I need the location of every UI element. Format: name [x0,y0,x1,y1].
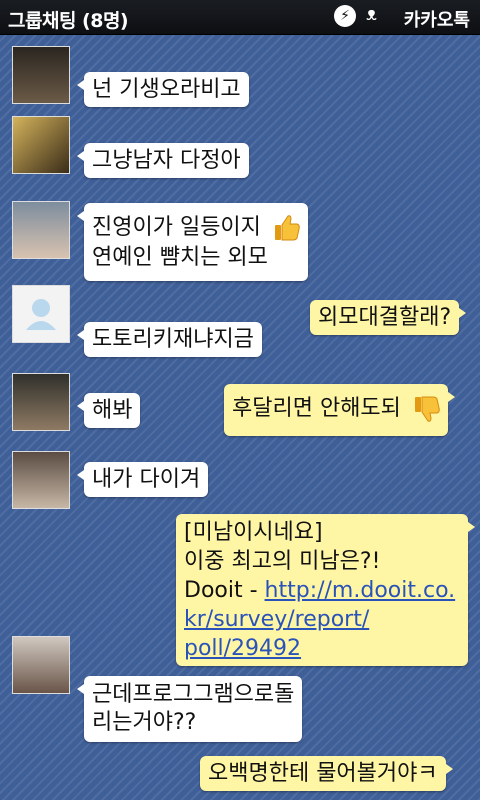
message-text: 내가 다이겨 [92,467,201,492]
lightning-icon[interactable]: ⚡ [334,5,356,27]
survey-link[interactable]: poll/29492 [184,636,301,661]
kakao-bear-icon: ᴥ [366,4,377,25]
chat-message-outgoing[interactable]: 외모대결할래? [310,300,467,335]
message-text: 근데프로그그램으로돌 [92,682,295,707]
survey-link[interactable]: kr/survey/report/ [184,607,369,632]
message-text: 연예인 뺨치는 외모 [92,245,268,270]
message-text: 후달리면 안해도되 [232,396,401,421]
thumbs-up-icon [274,215,300,241]
default-avatar-icon[interactable] [12,285,70,343]
avatar[interactable] [12,451,70,509]
message-text: 해봐 [92,398,133,423]
avatar[interactable] [12,373,70,431]
app-name: 카카오톡 [403,10,470,31]
message-text: 외모대결할래? [318,305,452,330]
avatar[interactable] [12,636,70,694]
chat-message-incoming[interactable]: 진영이가 일등이지 연예인 뺨치는 외모 [77,203,308,281]
chat-message-incoming[interactable]: 도토리키재냐지금 [77,322,262,357]
avatar[interactable] [12,116,70,174]
message-text: 진영이가 일등이지 [92,215,261,240]
chat-message-incoming[interactable]: 근데프로그그램으로돌 리는거야?? [76,676,303,742]
message-text: 도토리키재냐지금 [92,327,254,352]
chat-message-outgoing[interactable]: [미남이시네요] 이중 최고의 미남은?! Dooit - http://m.d… [176,514,475,666]
message-text: 그냥남자 다정아 [92,148,241,173]
chat-message-incoming[interactable]: 그냥남자 다정아 [77,143,249,178]
chat-message-outgoing[interactable]: 오백명한테 물어볼거야ㅋ [200,756,453,791]
message-text: 오백명한테 물어볼거야ㅋ [208,761,438,786]
chat-message-incoming[interactable]: 해봐 [76,393,141,428]
survey-link[interactable]: http://m.dooit.co. [265,578,456,603]
chat-title: 그룹채팅 (8명) [8,10,129,32]
chat-message-incoming[interactable]: 넌 기생오라비고 [77,72,249,107]
message-text: [미남이시네요] [184,520,323,545]
avatar[interactable] [12,46,70,104]
title-bar: 그룹채팅 (8명) ⚡ ᴥ 카카오톡 [0,0,480,35]
avatar[interactable] [12,201,70,259]
chat-message-outgoing[interactable]: 후달리면 안해도되 [224,384,455,436]
chat-message-incoming[interactable]: 내가 다이겨 [76,462,209,497]
message-text: 넌 기생오라비고 [92,77,241,102]
message-text: 이중 최고의 미남은?! [184,549,381,574]
thumbs-down-icon [414,396,440,422]
message-text: 리는거야?? [92,710,197,735]
message-text: Dooit - [184,578,265,603]
